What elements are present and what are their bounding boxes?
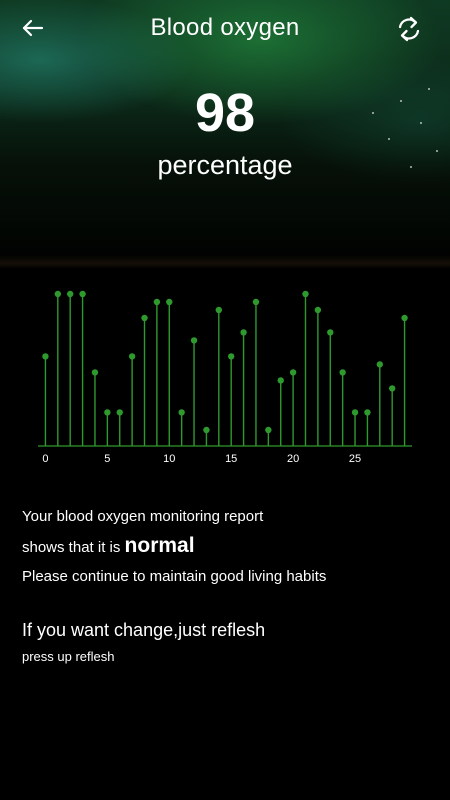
status-text: normal: [124, 534, 195, 557]
data-point: [141, 314, 148, 322]
refresh-hint-subtitle: press up reflesh: [22, 649, 115, 664]
x-tick-label: 0: [42, 453, 48, 465]
data-point: [128, 353, 136, 360]
data-point: [190, 337, 198, 344]
data-point: [265, 426, 272, 434]
report-line-2-prefix: shows that it is: [22, 539, 121, 556]
x-tick-label: 5: [104, 453, 110, 465]
data-point: [401, 314, 408, 322]
data-point: [79, 290, 86, 298]
data-point: [277, 377, 284, 384]
data-point: [215, 306, 223, 314]
data-point: [203, 426, 210, 434]
data-point: [116, 409, 123, 416]
oxygen-history-chart: 0 5 10 15 20 25: [38, 290, 412, 465]
blood-oxygen-screen: Blood oxygen 98 percentage 0 5 10 15 20 25 Yo…: [0, 0, 450, 800]
x-tick-label: 10: [163, 453, 175, 465]
data-point: [91, 369, 99, 376]
data-point: [351, 409, 359, 416]
refresh-hint-title: If you want change,just reflesh: [22, 620, 266, 640]
refresh-icon: [398, 16, 420, 42]
data-point: [302, 290, 309, 298]
report-line-3: Please continue to maintain good living …: [22, 568, 327, 585]
data-point: [327, 329, 334, 336]
monitoring-report: Your blood oxygen monitoring report show…: [22, 502, 432, 591]
oxygen-unit: percentage: [157, 150, 293, 180]
oxygen-value: 98: [194, 83, 256, 143]
data-point: [364, 409, 371, 416]
data-point: [104, 409, 111, 416]
x-tick-label: 15: [225, 453, 237, 465]
data-point: [339, 369, 346, 376]
data-point: [289, 369, 297, 376]
refresh-button[interactable]: [394, 14, 424, 44]
data-point: [227, 353, 235, 360]
data-point: [42, 353, 49, 360]
x-tick-label: 20: [287, 453, 299, 465]
data-point: [314, 306, 322, 314]
data-point: [54, 290, 62, 298]
report-line-2: shows that it is normal: [22, 531, 432, 562]
top-bar: Blood oxygen: [0, 0, 450, 60]
data-point: [166, 298, 173, 306]
data-point: [240, 329, 247, 336]
data-point: [178, 409, 185, 416]
data-point: [153, 298, 161, 306]
data-point: [66, 290, 74, 298]
data-point: [376, 361, 384, 368]
data-point: [388, 385, 396, 392]
x-tick-label: 25: [349, 453, 361, 465]
report-line-1: Your blood oxygen monitoring report: [22, 508, 264, 525]
horizon-glow: [0, 255, 450, 269]
page-title: Blood oxygen: [150, 14, 300, 41]
data-point: [252, 298, 260, 306]
